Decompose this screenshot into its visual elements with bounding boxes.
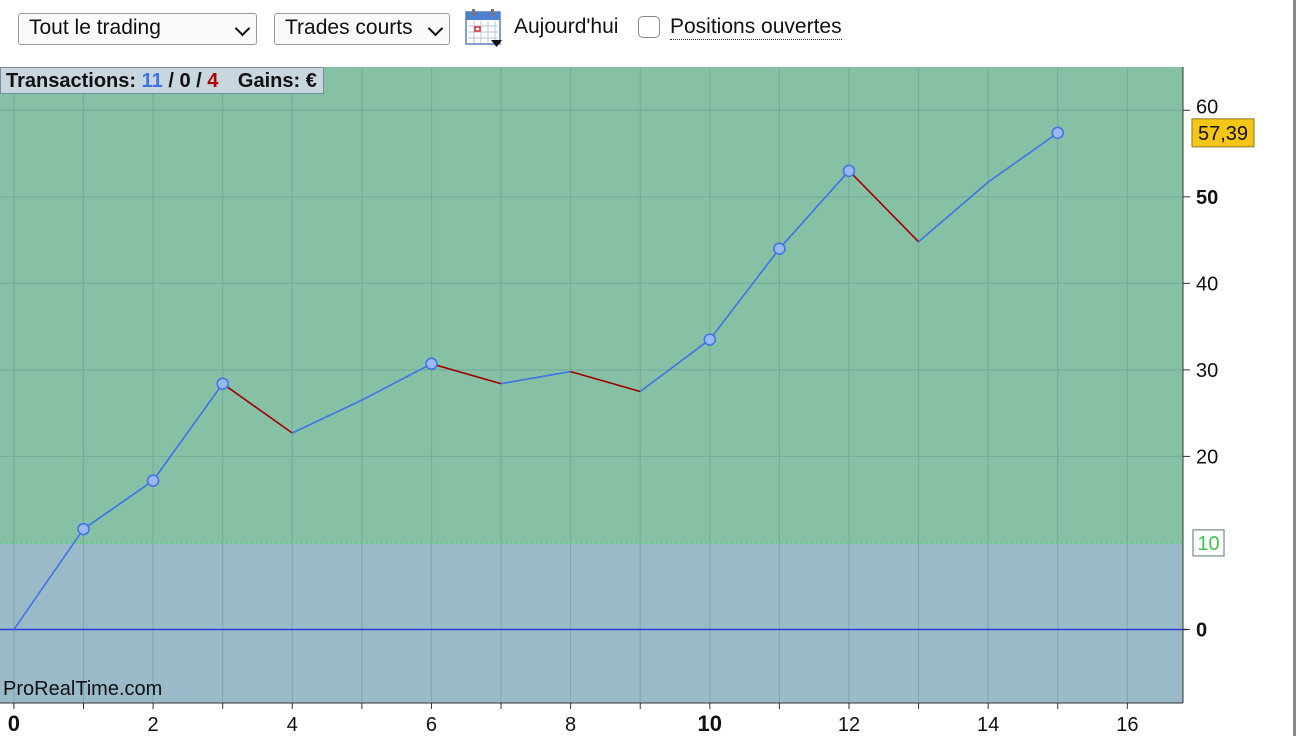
trade-marker (425, 357, 438, 371)
x-tick-label: 4 (287, 714, 298, 736)
trade-marker (77, 522, 90, 536)
trade-marker (146, 474, 160, 487)
y-tick-label: 40 (1196, 273, 1218, 295)
threshold-badge-label: 10 (1197, 533, 1219, 555)
x-tick-label: 6 (426, 714, 437, 736)
trade-marker (216, 377, 229, 390)
x-tick-label: 0 (8, 711, 20, 736)
trade-marker (842, 164, 856, 178)
transactions-summary: Transactions: 11 / 0 / 4 Gains: € (0, 67, 324, 94)
above-threshold-band (0, 67, 1183, 543)
x-tick-label: 12 (838, 714, 860, 736)
y-tick-label: 60 (1196, 96, 1218, 118)
x-tick-label: 16 (1116, 714, 1138, 736)
trade-marker (1051, 126, 1064, 140)
y-tick-label: 50 (1196, 187, 1218, 209)
below-threshold-band (0, 542, 1183, 703)
separator: / (190, 70, 208, 92)
trade-marker (773, 242, 786, 255)
winning-count: 11 (141, 70, 163, 92)
transactions-label: Transactions: (6, 70, 137, 92)
x-tick-label: 8 (565, 714, 576, 736)
x-tick-label: 2 (148, 714, 159, 736)
y-tick-label: 20 (1196, 446, 1218, 468)
watermark: ProRealTime.com (3, 678, 162, 700)
x-tick-label: 14 (977, 714, 999, 736)
y-tick-label: 30 (1196, 360, 1218, 382)
losing-count: 4 (207, 70, 219, 92)
threshold-badge: 10 (1192, 529, 1225, 557)
separator: / (162, 70, 180, 92)
last-value-badge-label: 57,39 (1198, 123, 1248, 145)
equity-chart: 0 2 4 6 8 10 12 14 16020304050601057,39 ProRealT… (0, 67, 1255, 736)
gains-label: Gains: € (237, 70, 317, 92)
x-tick-label: 10 (698, 711, 722, 736)
last-value-badge: 57,39 (1191, 118, 1255, 148)
neutral-count: 0 (179, 70, 191, 92)
trade-marker (703, 333, 717, 346)
y-tick-label: 0 (1196, 619, 1207, 641)
